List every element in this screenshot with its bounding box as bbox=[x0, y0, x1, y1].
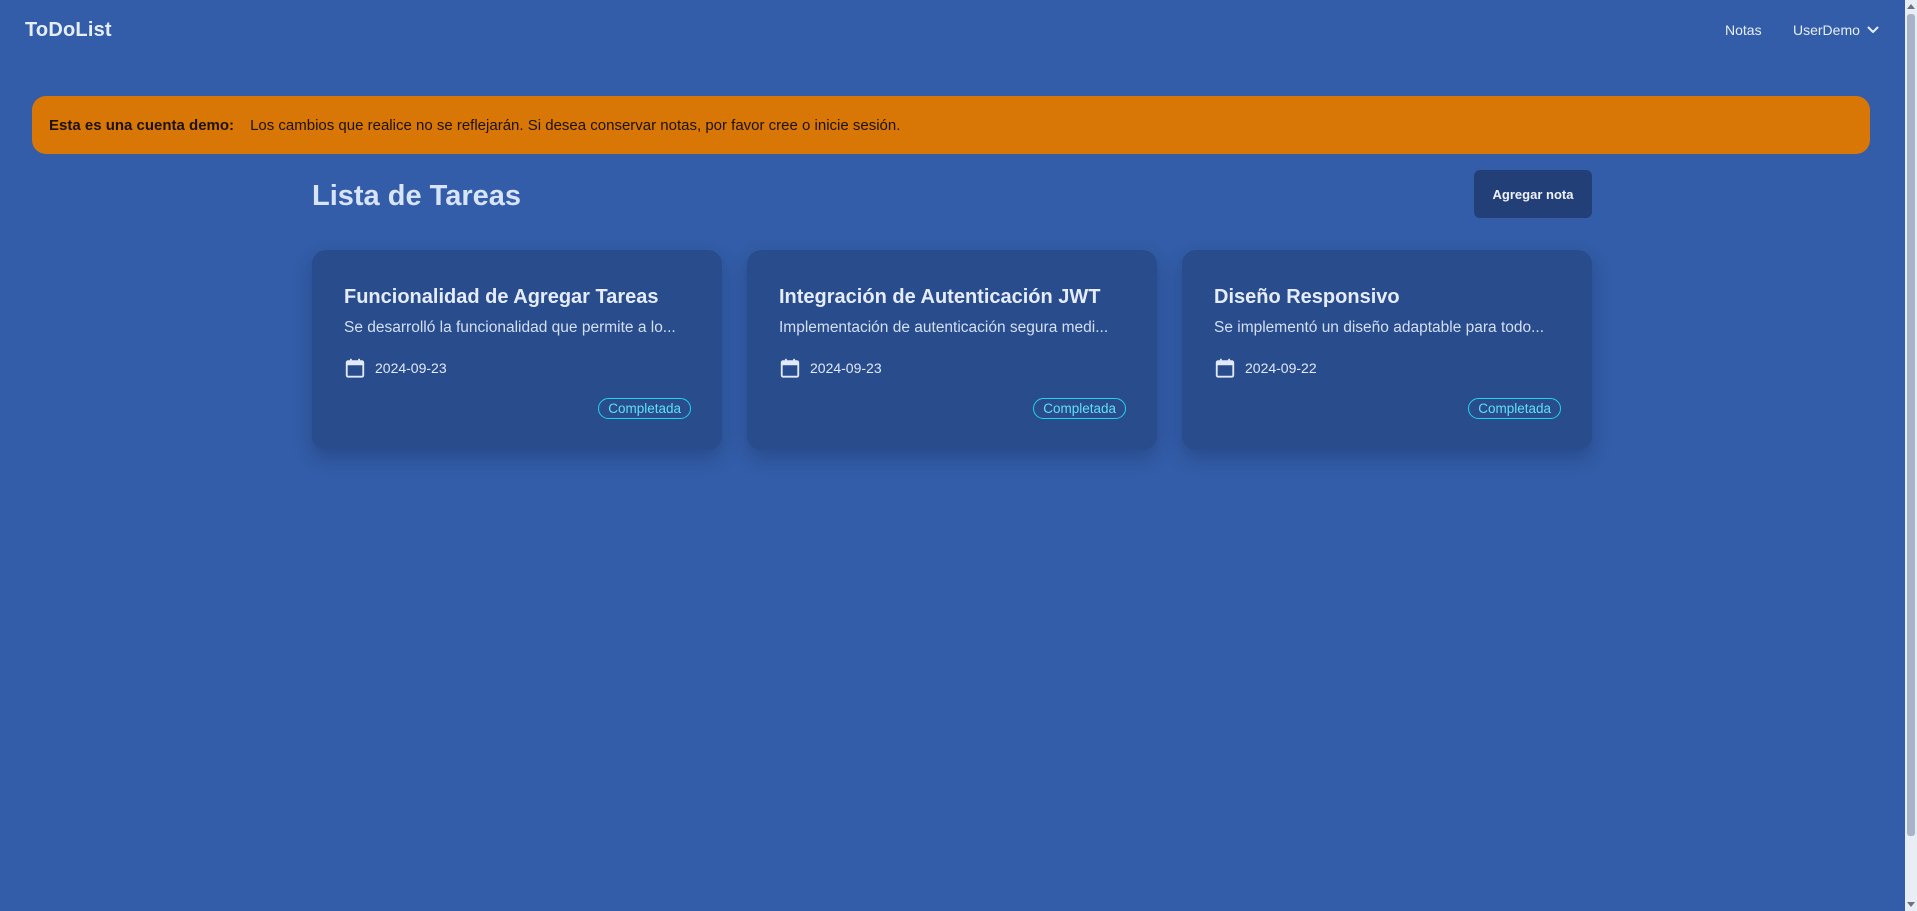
status-badge: Completada bbox=[1468, 398, 1561, 419]
task-title: Diseño Responsivo bbox=[1214, 286, 1400, 308]
task-card[interactable]: Diseño Responsivo Se implementó un diseñ… bbox=[1182, 250, 1592, 450]
vertical-scrollbar[interactable] bbox=[1905, 0, 1917, 911]
chevron-down-icon bbox=[1867, 26, 1879, 33]
task-list: Funcionalidad de Agregar Tareas Se desar… bbox=[312, 250, 1592, 450]
nav-link-notas[interactable]: Notas bbox=[1725, 22, 1762, 38]
scroll-down-arrow-icon[interactable] bbox=[1907, 902, 1915, 907]
add-note-button[interactable]: Agregar nota bbox=[1474, 170, 1592, 218]
page-title: Lista de Tareas bbox=[312, 180, 522, 212]
task-date: 2024-09-23 bbox=[779, 357, 1125, 379]
task-title: Funcionalidad de Agregar Tareas bbox=[344, 286, 659, 308]
banner-strong-text: Esta es una cuenta demo: bbox=[49, 116, 235, 134]
task-date: 2024-09-22 bbox=[1214, 357, 1560, 379]
calendar-icon bbox=[1215, 358, 1235, 378]
task-description: Se desarrolló la funcionalidad que permi… bbox=[344, 319, 676, 336]
task-card[interactable]: Integración de Autenticación JWT Impleme… bbox=[747, 250, 1157, 450]
task-date-text: 2024-09-23 bbox=[375, 360, 447, 376]
scrollbar-thumb[interactable] bbox=[1907, 14, 1915, 836]
status-badge: Completada bbox=[598, 398, 691, 419]
task-date: 2024-09-23 bbox=[344, 357, 690, 379]
brand-logo[interactable]: ToDoList bbox=[25, 19, 112, 42]
user-menu-label: UserDemo bbox=[1793, 22, 1860, 38]
task-card[interactable]: Funcionalidad de Agregar Tareas Se desar… bbox=[312, 250, 722, 450]
status-badge: Completada bbox=[1033, 398, 1126, 419]
calendar-icon bbox=[345, 358, 365, 378]
task-title: Integración de Autenticación JWT bbox=[779, 286, 1101, 308]
task-date-text: 2024-09-23 bbox=[810, 360, 882, 376]
demo-account-banner: Esta es una cuenta demo: Los cambios que… bbox=[32, 96, 1870, 154]
scroll-up-arrow-icon[interactable] bbox=[1907, 4, 1915, 9]
banner-message: Los cambios que realice no se reflejarán… bbox=[250, 116, 901, 134]
task-description: Implementación de autenticación segura m… bbox=[779, 319, 1109, 336]
user-menu[interactable]: UserDemo bbox=[1793, 22, 1879, 38]
task-date-text: 2024-09-22 bbox=[1245, 360, 1317, 376]
task-description: Se implementó un diseño adaptable para t… bbox=[1214, 319, 1545, 336]
navbar: ToDoList Notas UserDemo bbox=[0, 0, 1905, 60]
calendar-icon bbox=[780, 358, 800, 378]
